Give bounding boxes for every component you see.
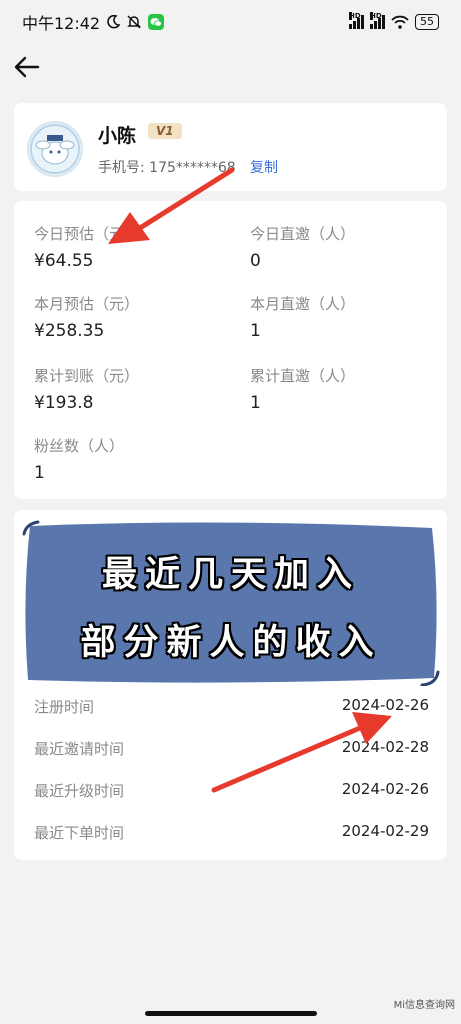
total-invite-label: 累计直邀（人） [250, 367, 356, 385]
back-button[interactable] [10, 50, 44, 84]
signal-icon: HD [349, 12, 364, 29]
username: 小陈 [98, 125, 137, 147]
info-row-upgrade: 最近升级时间 2024-02-26 [34, 780, 429, 801]
caption-line-2: 部分新人的收入 [80, 623, 382, 663]
today-invite-value: 0 [250, 251, 261, 271]
month-estimate-value: ¥258.35 [34, 321, 105, 341]
today-estimate-label: 今日预估（元） [34, 225, 140, 243]
total-received-label: 累计到账（元） [34, 367, 140, 385]
info-row-invite: 最近邀请时间 2024-02-28 [34, 738, 429, 759]
avatar[interactable] [27, 121, 83, 177]
fans-value: 1 [34, 463, 45, 483]
info-row-order: 最近下单时间 2024-02-29 [34, 822, 429, 843]
moon-icon [107, 15, 121, 29]
wifi-icon [391, 15, 409, 29]
info-key: 注册时间 [34, 698, 95, 716]
info-row-register: 注册时间 2024-02-26 [34, 696, 429, 717]
level-badge: V1 [148, 123, 182, 139]
info-value: 2024-02-26 [341, 696, 429, 714]
today-estimate-value: ¥64.55 [34, 251, 94, 271]
wechat-icon [148, 14, 165, 30]
info-key: 最近下单时间 [34, 824, 125, 842]
info-value: 2024-02-26 [341, 780, 429, 798]
info-key: 最近升级时间 [34, 782, 125, 800]
status-left: 中午12:42 [22, 10, 165, 34]
month-estimate-label: 本月预估（元） [34, 295, 140, 313]
mute-icon [127, 15, 141, 29]
battery-indicator: 55 [415, 14, 439, 30]
fans-label: 粉丝数（人） [34, 437, 125, 455]
copy-button[interactable]: 复制 [250, 157, 278, 177]
info-value: 2024-02-29 [341, 822, 429, 840]
back-arrow-icon [14, 56, 40, 78]
total-invite-value: 1 [250, 393, 261, 413]
month-invite-label: 本月直邀（人） [250, 295, 356, 313]
caption-line-1: 最近几天加入 [101, 555, 360, 595]
info-value: 2024-02-28 [341, 738, 429, 756]
caption-overlay: 最近几天加入 部分新人的收入 [22, 520, 440, 686]
total-received-value: ¥193.8 [34, 393, 94, 413]
month-invite-value: 1 [250, 321, 261, 341]
avatar-image [30, 124, 80, 174]
phone-number: 手机号: 175******68 [98, 160, 236, 176]
status-right: HD HD 55 [349, 12, 439, 30]
status-time: 中午12:42 [22, 14, 101, 33]
watermark: Mi信息查询网 [393, 1000, 455, 1011]
status-bar: 中午12:42 HD HD 55 [0, 0, 461, 44]
profile-card: 小陈 V1 手机号: 175******68 复制 [14, 103, 447, 191]
signal-icon-2: HD [370, 12, 385, 29]
today-invite-label: 今日直邀（人） [250, 225, 356, 243]
info-key: 最近邀请时间 [34, 740, 125, 758]
stats-card: 今日预估（元） ¥64.55 今日直邀（人） 0 本月预估（元） ¥258.35… [14, 201, 447, 499]
home-indicator[interactable] [145, 1011, 317, 1016]
